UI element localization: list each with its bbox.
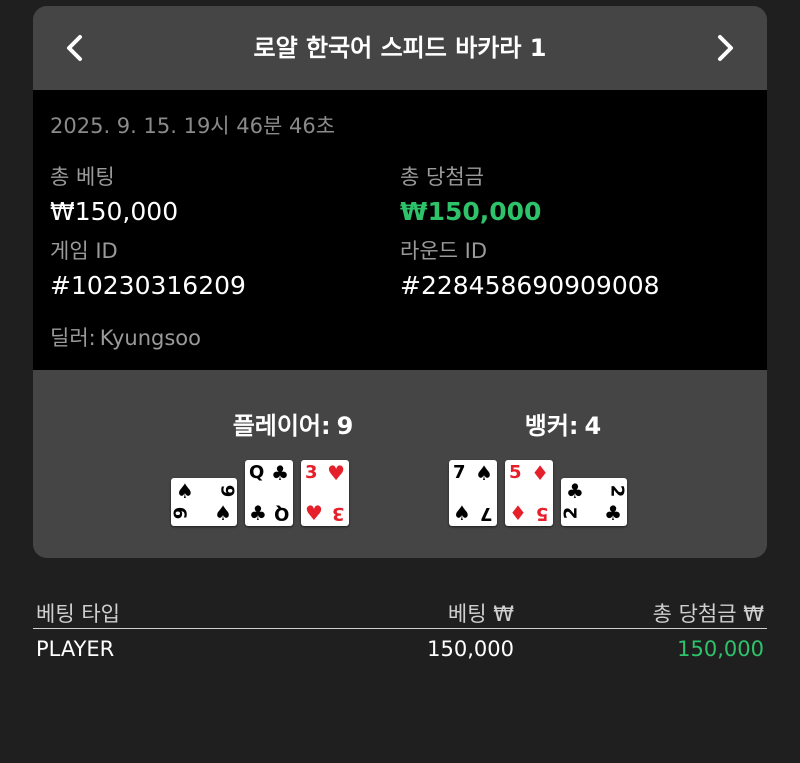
bets-table: 베팅 타입 베팅 ₩ 총 당첨금 ₩ PLAYER 150,000 150,00… [33, 590, 767, 669]
round-timestamp: 2025. 9. 15. 19시 46분 46초 [50, 114, 336, 138]
game-id-value: #10230316209 [50, 271, 246, 300]
player-score: 9 [336, 412, 354, 440]
round-info: 2025. 9. 15. 19시 46분 46초 총 베팅 ₩150,000 총… [33, 90, 767, 370]
bet-type-cell: PLAYER [36, 637, 115, 661]
player-card-3: 3 ♥ ♥ 3 [301, 460, 349, 526]
round-id-label: 라운드 ID [400, 239, 487, 263]
total-bet-value: ₩150,000 [50, 197, 179, 226]
game-title: 로얄 한국어 스피드 바카라 1 [253, 34, 547, 62]
player-cards: ♠ 9 9 ♠ Q ♣ ♣ Q 3 ♥ ♥ 3 [170, 460, 361, 530]
card-header: 로얄 한국어 스피드 바카라 1 [33, 6, 767, 90]
table-row: PLAYER 150,000 150,000 [33, 629, 767, 669]
column-header-bet-type: 베팅 타입 [36, 602, 120, 626]
game-history-card: 로얄 한국어 스피드 바카라 1 2025. 9. 15. 19시 46분 46… [33, 6, 767, 558]
player-score-title: 플레이어: 9 [183, 406, 403, 441]
column-header-bet: 베팅 ₩ [447, 602, 514, 626]
player-card-2: Q ♣ ♣ Q [245, 460, 293, 526]
player-label: 플레이어: [232, 412, 331, 440]
dealer-info: 딜러: Kyungsoo [50, 322, 201, 352]
round-result: 플레이어: 9 뱅커: 4 ♠ 9 9 ♠ Q ♣ ♣ Q 3 ♥ ♥ 3 7 … [33, 370, 767, 558]
banker-card-1: 7 ♠ ♠ 7 [449, 460, 497, 526]
banker-cards: 7 ♠ ♠ 7 5 ♦ ♦ 5 ♣ 2 2 ♣ [449, 460, 639, 530]
banker-card-3: ♣ 2 2 ♣ [560, 478, 628, 526]
banker-score: 4 [584, 412, 602, 440]
total-win-value: ₩150,000 [400, 197, 542, 226]
round-id-value: #228458690909008 [400, 271, 660, 300]
table-header: 베팅 타입 베팅 ₩ 총 당첨금 ₩ [33, 590, 767, 629]
bet-amount-cell: 150,000 [427, 637, 514, 661]
total-bet-label: 총 베팅 [50, 165, 115, 189]
banker-score-title: 뱅커: 4 [453, 406, 673, 441]
player-card-1: ♠ 9 9 ♠ [170, 478, 238, 526]
chevron-left-icon[interactable] [61, 32, 89, 64]
dealer-label: 딜러: [50, 326, 96, 350]
banker-label: 뱅커: [524, 412, 579, 440]
banker-card-2: 5 ♦ ♦ 5 [505, 460, 553, 526]
game-id-label: 게임 ID [50, 239, 118, 263]
win-amount-cell: 150,000 [677, 637, 764, 661]
chevron-right-icon[interactable] [711, 32, 739, 64]
total-win-label: 총 당첨금 [400, 165, 484, 189]
dealer-name: Kyungsoo [99, 326, 201, 350]
column-header-win: 총 당첨금 ₩ [652, 602, 764, 626]
